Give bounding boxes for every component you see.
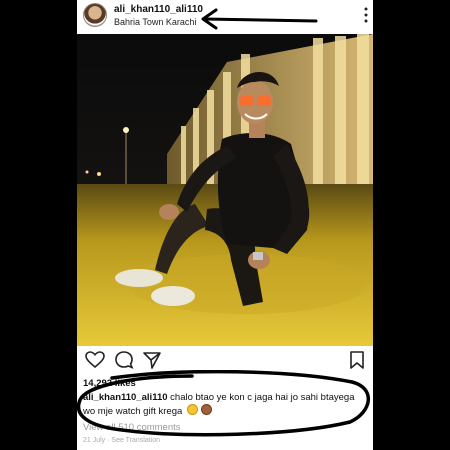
heart-icon[interactable] [85,350,105,370]
post-caption: ali_khan110_ali110 chalo btao ye kon c j… [83,392,369,418]
see-no-evil-monkey-icon [200,404,212,415]
post-username[interactable]: ali_khan110_ali110 [114,4,203,15]
grimace-emoji-icon [186,404,198,415]
more-vertical-icon[interactable] [363,5,369,25]
caption-username[interactable]: ali_khan110_ali110 [83,392,168,403]
likes-count[interactable]: 14,292 likes [83,378,136,389]
annotation-arrow-icon [201,8,318,30]
send-icon[interactable] [142,350,162,370]
post-actions [77,350,373,374]
bookmark-icon[interactable] [347,350,367,370]
instagram-post: ali_khan110_ali110 Bahria Town Karachi 1… [77,0,373,450]
photo-image [77,34,373,346]
post-photo[interactable] [77,34,373,346]
post-date: 21 July · See Translation [83,437,161,444]
view-comments-link[interactable]: View all 510 comments [83,422,181,433]
post-location[interactable]: Bahria Town Karachi [114,17,196,27]
avatar[interactable] [83,3,107,27]
comment-bubble-icon[interactable] [114,350,134,370]
